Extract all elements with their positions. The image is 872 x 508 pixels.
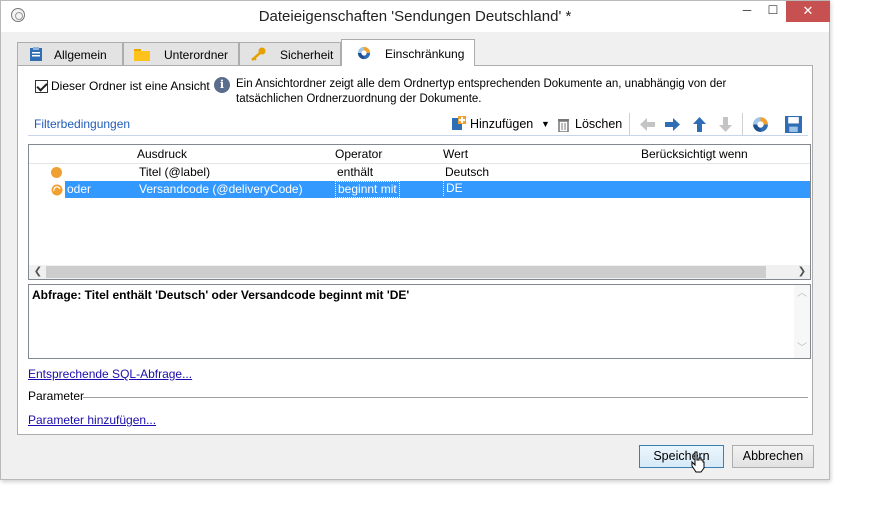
- table-row[interactable]: Titel (@label) enthält Deutsch: [29, 164, 810, 181]
- chart-icon: [357, 46, 371, 60]
- info-icon: i: [214, 77, 230, 93]
- tab-label: Sicherheit: [280, 48, 334, 62]
- dialog-window: Dateieigenschaften 'Sendungen Deutschlan…: [0, 0, 830, 480]
- query-text: Abfrage: Titel enthält 'Deutsch' oder Ve…: [32, 288, 410, 302]
- save-icon[interactable]: [785, 116, 802, 133]
- arrow-down-icon[interactable]: [717, 116, 734, 133]
- title-bar[interactable]: Dateieigenschaften 'Sendungen Deutschlan…: [1, 1, 830, 32]
- horizontal-scrollbar[interactable]: ❮ ❯: [29, 265, 810, 279]
- maximize-button[interactable]: ☐: [760, 1, 786, 22]
- row-operator[interactable]: beginnt mit: [335, 181, 400, 198]
- scroll-down-icon[interactable]: ﹀: [795, 342, 809, 356]
- toolbar-separator: [629, 113, 630, 135]
- row-value: Deutsch: [445, 165, 490, 179]
- row-prefix: oder: [67, 182, 92, 196]
- tab-allgemein[interactable]: Allgemein: [17, 42, 123, 65]
- add-parameter-link[interactable]: Parameter hinzufügen...: [28, 413, 156, 427]
- filter-header: Filterbedingungen: [34, 117, 131, 131]
- save-button[interactable]: Speichern: [639, 445, 724, 468]
- or-condition-icon: [51, 184, 63, 196]
- tab-label: Einschränkung: [385, 47, 465, 61]
- column-header[interactable]: Wert: [443, 147, 468, 161]
- mouse-cursor-icon: [691, 451, 705, 473]
- info-text-line2: tatsächlichen Ordnerzuordnung der Dokume…: [236, 93, 482, 105]
- column-header[interactable]: Ausdruck: [137, 147, 187, 161]
- scroll-left-icon[interactable]: ❮: [31, 265, 45, 279]
- key-icon: [251, 47, 266, 61]
- row-operator: enthält: [337, 165, 374, 179]
- add-filter-icon[interactable]: [450, 116, 466, 132]
- arrow-right-icon[interactable]: [664, 116, 681, 133]
- filter-grid[interactable]: Ausdruck Operator Wert Berücksichtigt we…: [28, 144, 811, 280]
- query-box[interactable]: Abfrage: Titel enthält 'Deutsch' oder Ve…: [28, 284, 811, 359]
- arrow-left-icon[interactable]: [639, 116, 656, 133]
- row-expression: Versandcode (@deliveryCode): [139, 182, 303, 196]
- column-header[interactable]: Berücksichtigt wenn: [641, 147, 748, 161]
- tab-label: Allgemein: [54, 48, 107, 62]
- tab-einschraenkung[interactable]: Einschränkung: [341, 39, 475, 66]
- restriction-panel: Dieser Ordner ist eine Ansicht i Ein Ans…: [17, 65, 813, 435]
- view-checkbox[interactable]: [35, 80, 48, 93]
- parameter-label: Parameter: [28, 389, 85, 403]
- add-button[interactable]: Hinzufügen: [470, 114, 533, 134]
- chart-icon[interactable]: [752, 116, 769, 133]
- cancel-button[interactable]: Abbrechen: [732, 445, 814, 468]
- scrollbar-thumb[interactable]: [46, 266, 766, 278]
- toolbar-separator: [742, 113, 743, 135]
- window-title: Dateieigenschaften 'Sendungen Deutschlan…: [258, 8, 572, 25]
- vertical-scrollbar[interactable]: ︿ ﹀: [794, 285, 810, 358]
- table-row[interactable]: oder Versandcode (@deliveryCode) beginnt…: [29, 181, 810, 198]
- add-dropdown-chevron-icon[interactable]: ▼: [541, 114, 550, 134]
- scroll-up-icon[interactable]: ︿: [795, 287, 809, 301]
- close-button[interactable]: ✕: [786, 1, 830, 22]
- tab-label: Unterordner: [164, 48, 229, 62]
- row-value[interactable]: DE: [443, 181, 465, 196]
- info-text-line1: Ein Ansichtordner zeigt alle dem Ordnert…: [236, 78, 727, 90]
- sql-query-link[interactable]: Entsprechende SQL-Abfrage...: [28, 367, 192, 381]
- trash-icon[interactable]: [557, 117, 570, 132]
- tab-sicherheit[interactable]: Sicherheit: [239, 42, 341, 65]
- arrow-up-icon[interactable]: [691, 116, 708, 133]
- parameter-divider: [83, 397, 808, 398]
- row-expression: Titel (@label): [139, 165, 211, 179]
- minimize-button[interactable]: ─: [734, 1, 760, 22]
- toolbar-divider: [28, 135, 808, 136]
- column-header[interactable]: Operator: [335, 147, 382, 161]
- view-checkbox-label[interactable]: Dieser Ordner ist eine Ansicht: [51, 79, 210, 93]
- scroll-right-icon[interactable]: ❯: [795, 265, 809, 279]
- tab-unterordner[interactable]: Unterordner: [123, 42, 239, 65]
- folder-icon: [134, 49, 150, 61]
- condition-dot-icon: [51, 167, 62, 178]
- clipboard-icon: [30, 47, 42, 61]
- delete-button[interactable]: Löschen: [575, 114, 622, 134]
